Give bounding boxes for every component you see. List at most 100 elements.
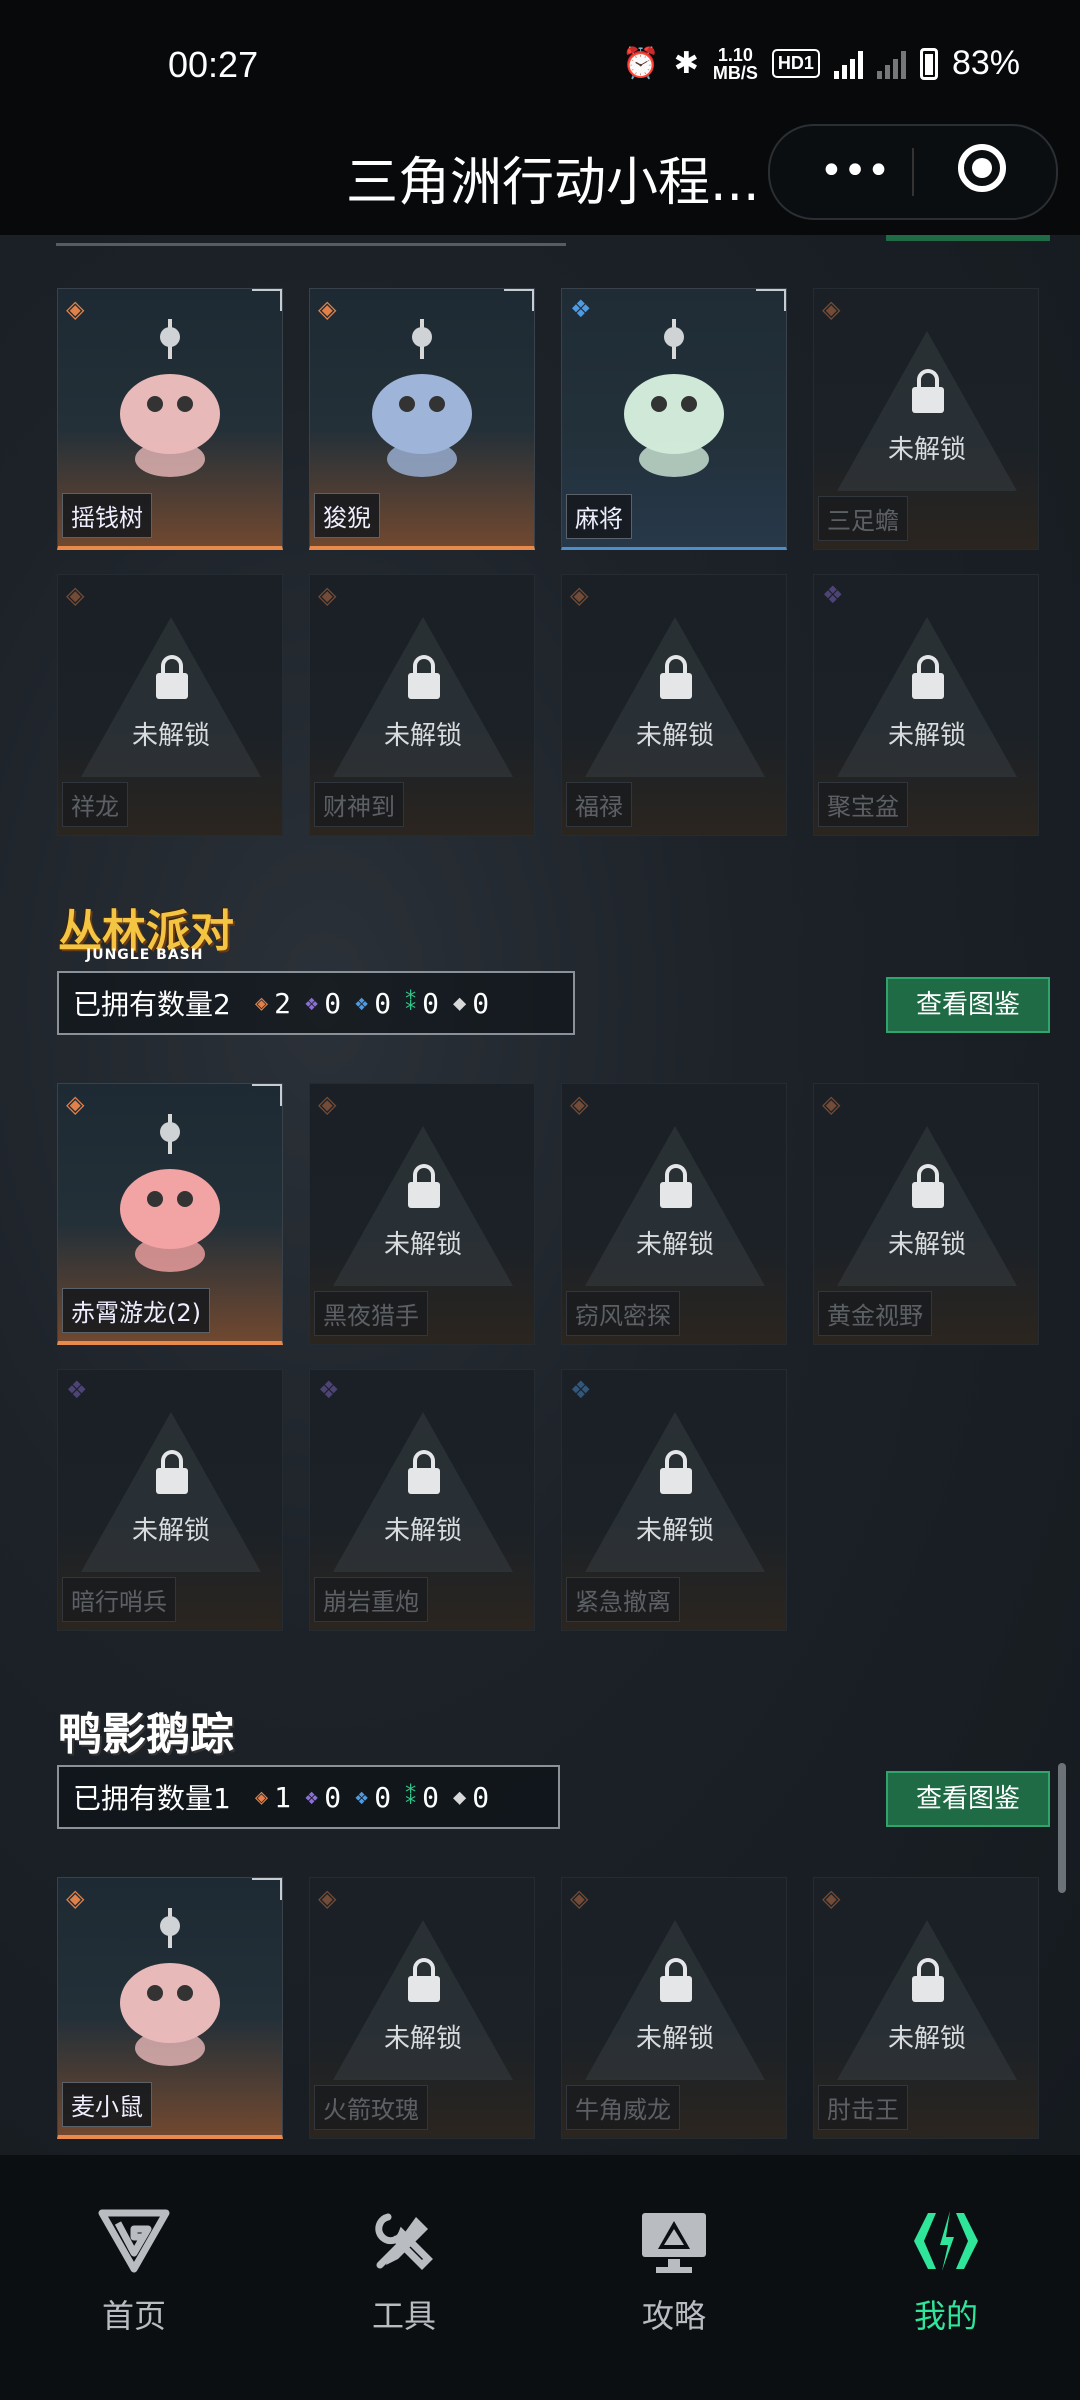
green-count: 0 bbox=[422, 986, 440, 1020]
purple-gem-icon: ❖ bbox=[304, 1784, 319, 1810]
orange-rarity-icon: ◈ bbox=[570, 1090, 589, 1118]
purple-rarity-icon: ❖ bbox=[318, 1376, 340, 1404]
item-name-label: 窃风密探 bbox=[566, 1291, 680, 1336]
blue-gem-icon: ❖ bbox=[355, 990, 369, 1016]
lock-icon bbox=[660, 1164, 692, 1208]
view-gallery-button[interactable]: 查看图鉴 bbox=[886, 1771, 1050, 1827]
item-card[interactable]: ❖ 麻将 bbox=[561, 288, 787, 550]
blue-count: 0 bbox=[374, 1780, 392, 1814]
alarm-icon: ⏰ bbox=[622, 47, 660, 80]
network-speed-value: 1.10 bbox=[717, 44, 753, 65]
network-speed: 1.10 MB/S bbox=[713, 46, 758, 82]
scrollbar[interactable] bbox=[1058, 1763, 1066, 1893]
item-name-label: 麦小鼠 bbox=[62, 2082, 152, 2127]
orange-count: 1 bbox=[274, 1780, 291, 1814]
item-name-label: 崩岩重炮 bbox=[314, 1577, 428, 1622]
lock-icon bbox=[408, 1450, 440, 1494]
card-corner-decoration bbox=[756, 289, 786, 311]
capsule-divider bbox=[912, 148, 914, 196]
locked-label: 未解锁 bbox=[383, 1516, 462, 1546]
locked-label: 未解锁 bbox=[887, 721, 966, 751]
orange-rarity-icon: ◈ bbox=[66, 1884, 85, 1912]
locked-label: 未解锁 bbox=[131, 1516, 210, 1546]
locked-item-card[interactable]: ◈ 未解锁 肘击王 bbox=[813, 1877, 1039, 2139]
logo-icon bbox=[98, 2205, 170, 2277]
nav-tools[interactable]: 工具 bbox=[324, 2205, 484, 2337]
nav-guide[interactable]: 攻略 bbox=[594, 2205, 754, 2337]
locked-item-card[interactable]: ◈ 未解锁 祥龙 bbox=[57, 574, 283, 836]
purple-gem-icon: ❖ bbox=[304, 990, 319, 1016]
owned-count-box: 已拥有数量1 ◈ 1 ❖ 0 ❖ 0 ⁑ 0 ◆ 0 bbox=[57, 1765, 560, 1829]
card-corner-decoration bbox=[252, 289, 282, 311]
status-icons: ⏰ ✱ 1.10 MB/S HD1 83% bbox=[622, 44, 1020, 83]
locked-item-card[interactable]: ❖ 未解锁 暗行哨兵 bbox=[57, 1369, 283, 1631]
locked-item-card[interactable]: ❖ 未解锁 聚宝盆 bbox=[813, 574, 1039, 836]
locked-item-card[interactable]: ◈ 未解锁 牛角威龙 bbox=[561, 1877, 787, 2139]
blue-rarity-icon: ❖ bbox=[570, 1376, 592, 1404]
previous-gallery-button-edge bbox=[886, 235, 1050, 241]
orange-rarity-icon: ◈ bbox=[822, 1884, 841, 1912]
nav-home-label: 首页 bbox=[101, 2297, 166, 2335]
item-card[interactable]: ◈ 狻猊 bbox=[309, 288, 535, 550]
hd-icon: HD1 bbox=[771, 49, 820, 78]
item-name-label: 摇钱树 bbox=[62, 493, 152, 538]
signal-secondary-icon bbox=[876, 49, 906, 79]
locked-label: 未解锁 bbox=[887, 1230, 966, 1260]
nav-home[interactable]: 首页 bbox=[54, 2205, 214, 2337]
nav-profile[interactable]: 我的 bbox=[866, 2205, 1026, 2337]
orange-rarity-icon: ◈ bbox=[66, 1090, 85, 1118]
purple-rarity-icon: ❖ bbox=[822, 581, 844, 609]
item-name-label: 肘击王 bbox=[818, 2085, 908, 2130]
item-card[interactable]: ◈ 麦小鼠 bbox=[57, 1877, 283, 2139]
item-name-label: 祥龙 bbox=[62, 782, 128, 827]
owned-count-label: 已拥有数量1 bbox=[73, 1782, 231, 1815]
status-time: 00:27 bbox=[168, 44, 259, 85]
card-corner-decoration bbox=[252, 1878, 282, 1900]
white-count: 0 bbox=[472, 1780, 490, 1814]
guide-icon bbox=[638, 2205, 710, 2277]
item-name-label: 紧急撤离 bbox=[566, 1577, 680, 1622]
locked-item-card[interactable]: ◈ 未解锁 窃风密探 bbox=[561, 1083, 787, 1345]
lock-icon bbox=[156, 1450, 188, 1494]
close-miniprogram-button[interactable] bbox=[958, 144, 1006, 192]
locked-item-card[interactable]: ◈ 未解锁 三足蟾 bbox=[813, 288, 1039, 550]
duck-goose-logo: 鸭影鹅踪 bbox=[58, 1709, 234, 1760]
locked-item-card[interactable]: ◈ 未解锁 福禄 bbox=[561, 574, 787, 836]
collection-content[interactable]: ◈ 摇钱树 ◈ 狻猊 ❖ 麻将 ◈ 未解锁 三足蟾 ◈ 未解锁 祥龙 ◈ 未解锁 财神到 ◈ 未解锁 福禄 ❖ 未解锁… bbox=[0, 235, 1080, 2155]
lock-icon bbox=[660, 655, 692, 699]
item-name-label: 麻将 bbox=[566, 494, 632, 539]
locked-item-card[interactable]: ◈ 未解锁 火箭玫瑰 bbox=[309, 1877, 535, 2139]
lock-icon bbox=[912, 369, 944, 413]
item-card[interactable]: ◈ 赤霄游龙(2) bbox=[57, 1083, 283, 1345]
nav-tools-label: 工具 bbox=[371, 2297, 436, 2335]
orange-rarity-icon: ◈ bbox=[318, 1884, 337, 1912]
orange-rarity-icon: ◈ bbox=[318, 581, 337, 609]
item-card[interactable]: ◈ 摇钱树 bbox=[57, 288, 283, 550]
blue-rarity-icon: ❖ bbox=[570, 295, 592, 323]
locked-item-card[interactable]: ◈ 未解锁 黑夜猎手 bbox=[309, 1083, 535, 1345]
lock-icon bbox=[660, 1450, 692, 1494]
orange-rarity-icon: ◈ bbox=[822, 295, 841, 323]
locked-label: 未解锁 bbox=[131, 721, 210, 751]
locked-label: 未解锁 bbox=[383, 1230, 462, 1260]
status-bar: 00:27 ⏰ ✱ 1.10 MB/S HD1 83% bbox=[0, 0, 1080, 120]
item-name-label: 三足蟾 bbox=[818, 496, 908, 541]
purple-count: 0 bbox=[324, 986, 342, 1020]
view-gallery-button[interactable]: 查看图鉴 bbox=[886, 977, 1050, 1033]
locked-item-card[interactable]: ❖ 未解锁崩岩重炮 bbox=[309, 1369, 535, 1631]
orange-rarity-icon: ◈ bbox=[822, 1090, 841, 1118]
card-corner-decoration bbox=[252, 1084, 282, 1106]
locked-item-card[interactable]: ❖ 未解锁 紧急撤离 bbox=[561, 1369, 787, 1631]
green-count: 0 bbox=[422, 1780, 440, 1814]
orange-gem-icon: ◈ bbox=[254, 1784, 269, 1810]
orange-gem-icon: ◈ bbox=[254, 990, 269, 1016]
white-count: 0 bbox=[472, 986, 490, 1020]
locked-item-card[interactable]: ◈ 未解锁 黄金视野 bbox=[813, 1083, 1039, 1345]
battery-level: 83% bbox=[951, 44, 1020, 82]
orange-rarity-icon: ◈ bbox=[318, 1090, 337, 1118]
lock-icon bbox=[912, 1958, 944, 2002]
item-name-label: 火箭玫瑰 bbox=[314, 2085, 428, 2130]
jungle-bash-logo-sub: JUNGLE BASH bbox=[86, 947, 204, 963]
locked-item-card[interactable]: ◈ 未解锁 财神到 bbox=[309, 574, 535, 836]
more-menu-button[interactable]: ••• bbox=[810, 146, 900, 196]
